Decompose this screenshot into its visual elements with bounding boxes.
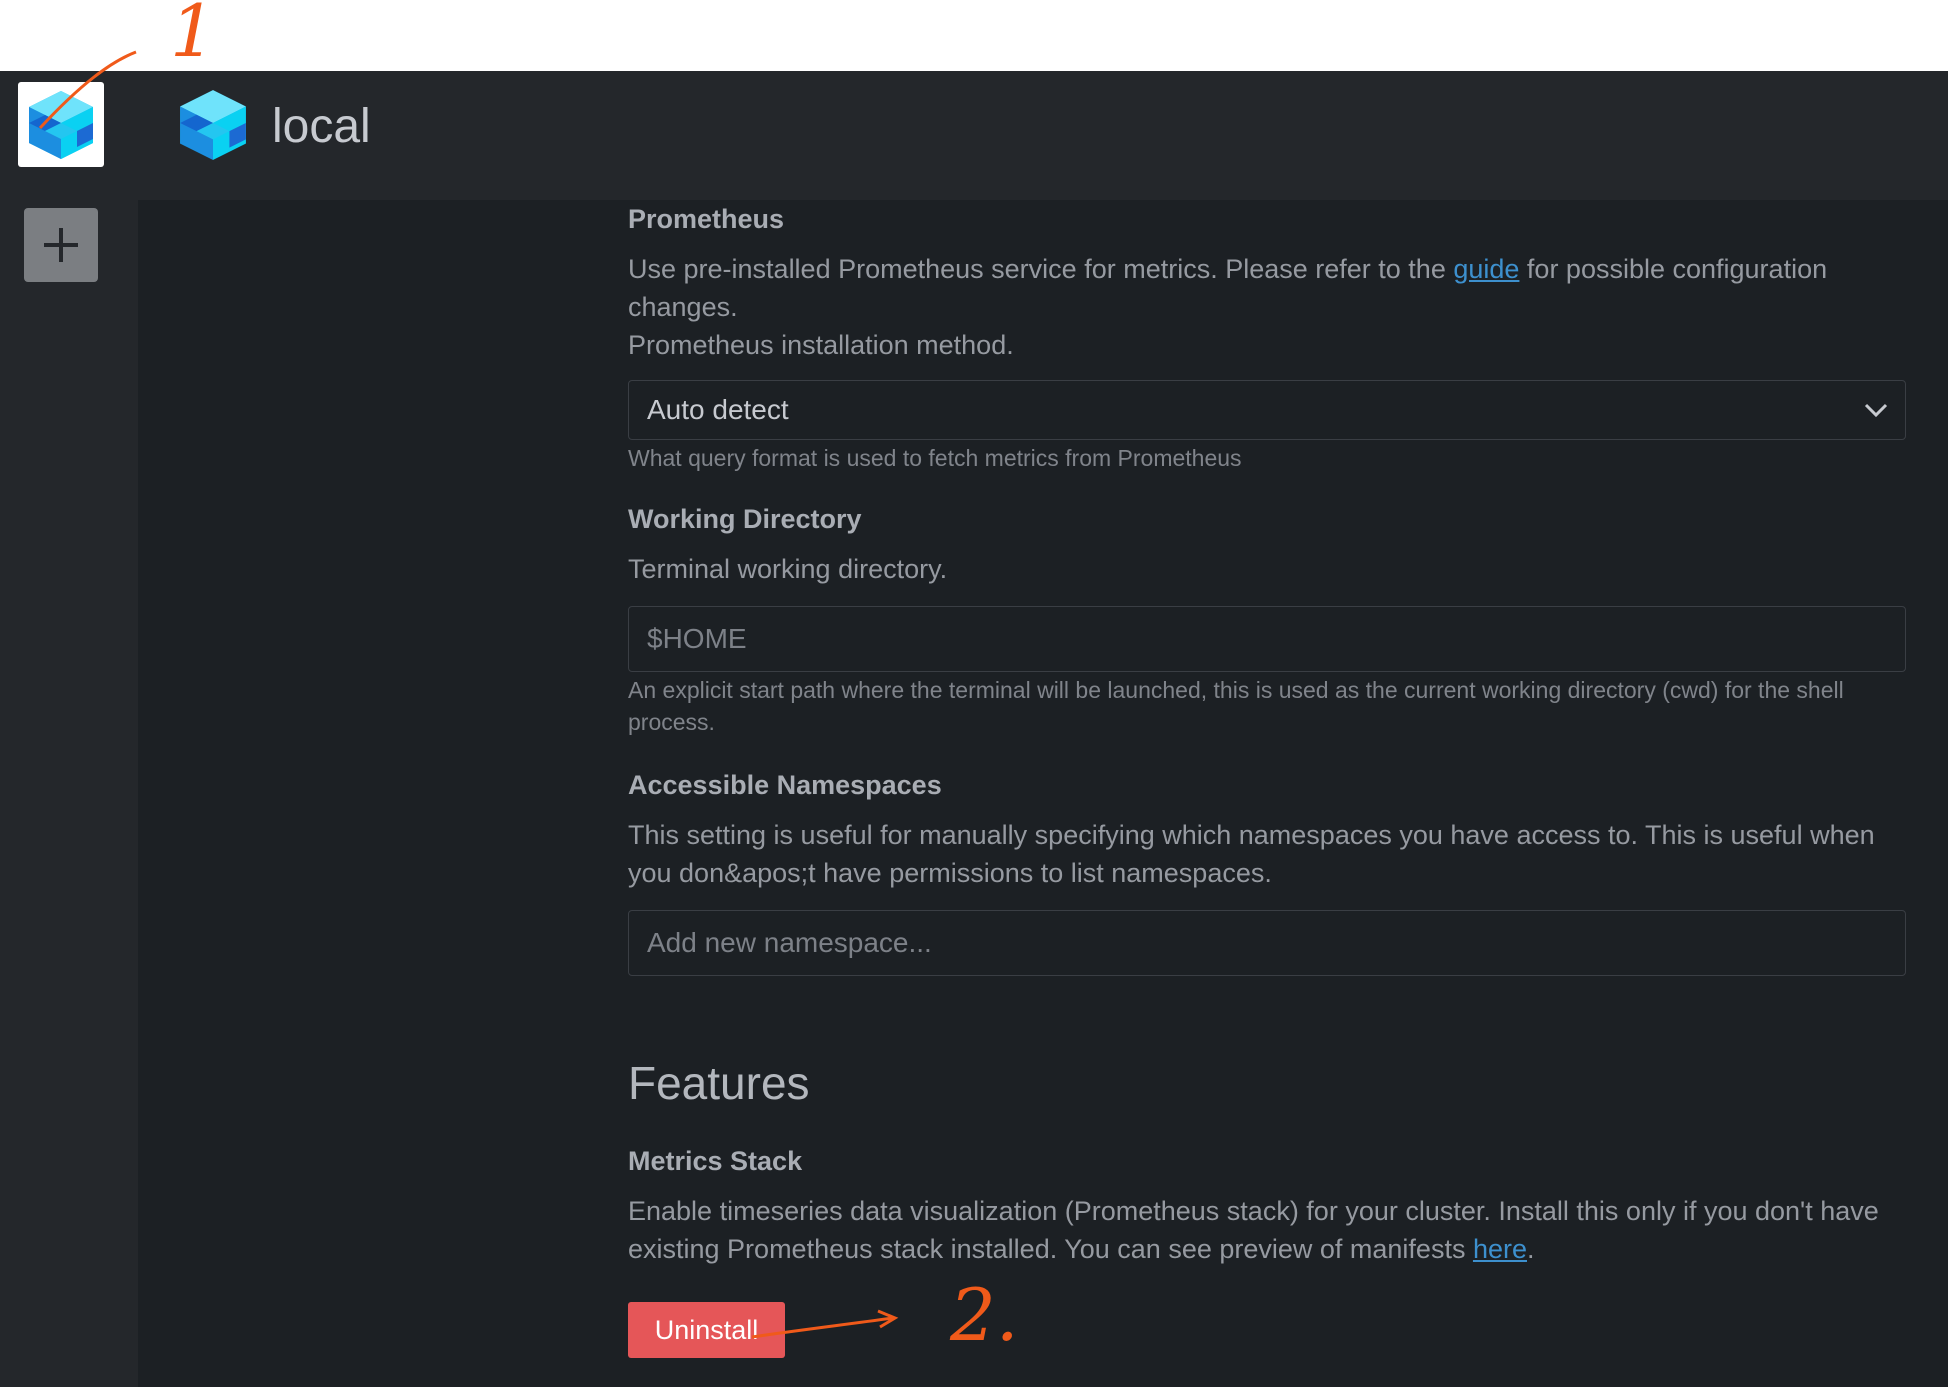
chevron-down-icon [1864, 403, 1888, 418]
header: local [138, 71, 1948, 200]
prometheus-title: Prometheus [628, 204, 785, 234]
working-directory-title: Working Directory [628, 504, 862, 534]
uninstall-button[interactable]: Uninstall [628, 1302, 785, 1358]
namespaces-description: This setting is useful for manually spec… [628, 820, 1875, 888]
prometheus-select-hint: What query format is used to fetch metri… [628, 445, 1242, 471]
metrics-stack-title: Metrics Stack [628, 1146, 803, 1176]
sidebar [0, 71, 138, 1387]
prometheus-method-label: Prometheus installation method. [628, 330, 1014, 360]
cluster-icon-button[interactable] [18, 82, 104, 167]
cluster-cube-icon [29, 90, 93, 159]
plus-icon [44, 228, 78, 262]
prometheus-method-select[interactable]: Auto detect [628, 380, 1906, 440]
features-heading: Features [628, 1057, 810, 1109]
add-cluster-button[interactable] [24, 208, 98, 282]
working-directory-placeholder: $HOME [647, 623, 747, 654]
namespace-placeholder: Add new namespace... [647, 927, 932, 958]
working-directory-hint: An explicit start path where the termina… [628, 677, 1844, 735]
working-directory-description: Terminal working directory. [628, 554, 948, 584]
namespace-input[interactable]: Add new namespace... [628, 910, 1906, 976]
prometheus-description: Use pre-installed Prometheus service for… [628, 254, 1828, 322]
namespaces-title: Accessible Namespaces [628, 770, 942, 800]
select-value: Auto detect [647, 394, 789, 425]
top-strip [0, 0, 1948, 71]
cluster-logo-icon [174, 86, 252, 169]
settings-content: Prometheus Use pre-installed Prometheus … [138, 200, 1948, 1387]
guide-link[interactable]: guide [1453, 254, 1519, 284]
metrics-stack-description: Enable timeseries data visualization (Pr… [628, 1196, 1879, 1264]
manifests-link[interactable]: here [1473, 1234, 1527, 1264]
working-directory-input[interactable]: $HOME [628, 606, 1906, 672]
cluster-name: local [272, 100, 371, 153]
